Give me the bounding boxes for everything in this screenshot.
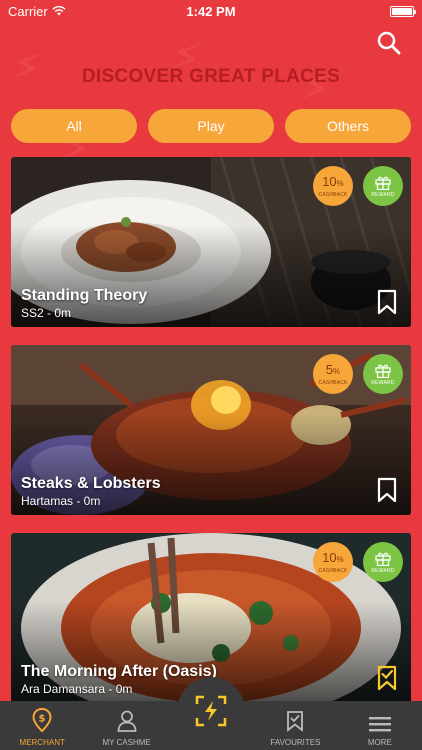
places-list: 10% CASHBACK REWARD Standing Theory SS2 … bbox=[11, 157, 411, 721]
search-button[interactable] bbox=[376, 30, 402, 56]
tab-merchant[interactable]: $ MERCHANT bbox=[0, 701, 84, 750]
filter-play-button[interactable]: Play bbox=[148, 109, 274, 143]
filter-others-button[interactable]: Others bbox=[285, 109, 411, 143]
bookmark-checked-icon[interactable] bbox=[377, 665, 397, 691]
place-name: The Morning After (Oasis) bbox=[21, 663, 217, 680]
reward-badge[interactable]: REWARD bbox=[363, 166, 403, 206]
status-bar: Carrier 1:42 PM bbox=[0, 0, 422, 22]
place-card[interactable]: 10% CASHBACK REWARD Standing Theory SS2 … bbox=[11, 157, 411, 327]
tab-my-cashme[interactable]: MY CASHME bbox=[84, 701, 168, 750]
bookmark-icon[interactable] bbox=[377, 289, 397, 315]
search-icon bbox=[377, 31, 401, 55]
cashback-badge: 5% CASHBACK bbox=[313, 354, 353, 394]
carrier-label: Carrier bbox=[8, 3, 48, 19]
scan-lightning-icon bbox=[195, 695, 227, 727]
location-pin-dollar-icon: $ bbox=[32, 708, 52, 732]
bookmark-icon[interactable] bbox=[377, 477, 397, 503]
place-name: Standing Theory bbox=[21, 287, 148, 304]
reward-badge[interactable]: REWARD bbox=[363, 354, 403, 394]
cashback-badge: 10% CASHBACK bbox=[313, 166, 353, 206]
tab-more[interactable]: MORE bbox=[338, 701, 422, 750]
battery-icon bbox=[390, 5, 416, 17]
gift-icon bbox=[375, 364, 391, 378]
place-location: Ara Damansara - 0m bbox=[21, 682, 133, 696]
tab-favourites[interactable]: FAVOURITES bbox=[253, 701, 337, 750]
cashback-badge: 10% CASHBACK bbox=[313, 542, 353, 582]
filter-tabs: All Play Others bbox=[11, 109, 411, 143]
gift-icon bbox=[375, 552, 391, 566]
svg-text:$: $ bbox=[39, 714, 46, 725]
gift-icon bbox=[375, 176, 391, 190]
bookmark-checked-icon bbox=[287, 711, 304, 732]
filter-all-button[interactable]: All bbox=[11, 109, 137, 143]
user-icon bbox=[117, 710, 137, 732]
reward-badge[interactable]: REWARD bbox=[363, 542, 403, 582]
page-title: DISCOVER GREAT PLACES bbox=[81, 66, 341, 87]
place-location: SS2 - 0m bbox=[21, 306, 72, 320]
scan-button[interactable] bbox=[177, 677, 245, 745]
place-card[interactable]: 5% CASHBACK REWARD Steaks & Lobsters Har… bbox=[11, 345, 411, 515]
place-location: Hartamas - 0m bbox=[21, 494, 101, 508]
menu-icon bbox=[368, 717, 391, 732]
wifi-icon bbox=[52, 6, 66, 16]
place-name: Steaks & Lobsters bbox=[21, 475, 161, 492]
